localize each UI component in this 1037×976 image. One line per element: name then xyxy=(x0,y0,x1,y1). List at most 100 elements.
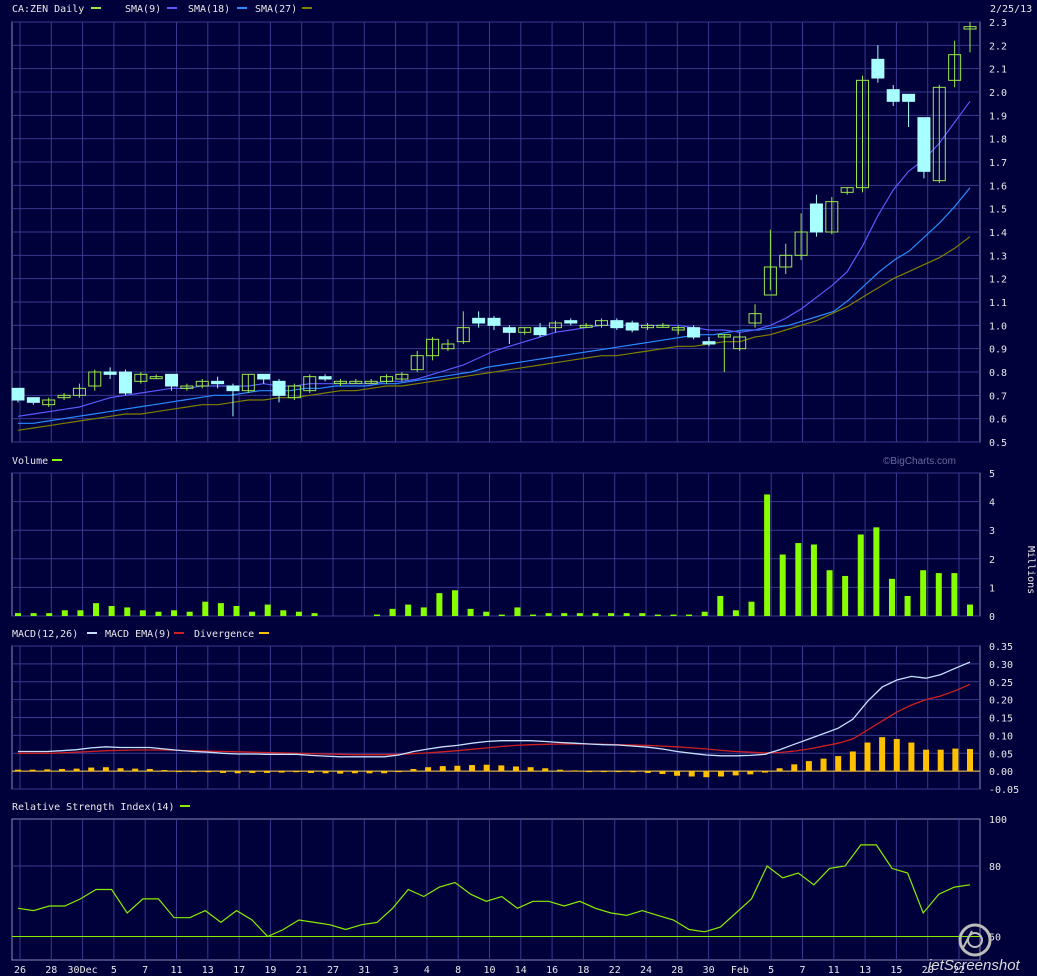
y-tick-label: 1.5 xyxy=(989,205,1007,216)
divergence-bar xyxy=(893,738,900,772)
divergence-bar xyxy=(88,767,95,772)
x-tick-label: 16 xyxy=(546,965,558,976)
y-tick-label: 0.35 xyxy=(989,642,1013,653)
x-tick-label: 19 xyxy=(264,965,276,976)
divergence-bar xyxy=(556,769,563,772)
volume-bar xyxy=(451,590,458,616)
volume-bar xyxy=(670,614,677,616)
candle-down xyxy=(472,317,486,324)
x-tick-label: 7 xyxy=(799,965,805,976)
x-tick-label: 24 xyxy=(640,965,652,976)
candle-down xyxy=(118,371,132,394)
volume-bar xyxy=(295,611,302,616)
volume-bar xyxy=(249,611,256,616)
chart-background xyxy=(0,0,1037,976)
divergence-bar xyxy=(263,771,270,773)
x-tick-label: 14 xyxy=(515,965,527,976)
volume-bar xyxy=(436,593,443,616)
y-tick-label: -0.05 xyxy=(989,785,1019,796)
x-tick-label: 26 xyxy=(14,965,26,976)
volume-bar xyxy=(405,604,412,616)
divergence-bar xyxy=(322,771,329,774)
divergence-bar xyxy=(44,769,51,772)
x-tick-label: 10 xyxy=(483,965,495,976)
volume-bar xyxy=(842,575,849,616)
divergence-bar xyxy=(761,771,768,773)
volume-bar xyxy=(61,610,68,616)
divergence-bar xyxy=(952,748,959,772)
y-tick-label: 0.30 xyxy=(989,660,1013,671)
y-tick-label: 1.1 xyxy=(989,298,1007,309)
volume-bar xyxy=(873,527,880,616)
volume-bar xyxy=(93,603,100,616)
macd-title: MACD(12,26) xyxy=(12,629,78,640)
volume-bar xyxy=(639,613,646,616)
volume-title: Volume xyxy=(12,456,48,467)
volume-bar xyxy=(545,613,552,616)
candle-down xyxy=(564,320,578,324)
divergence-bar xyxy=(146,768,153,772)
volume-unit-label: Millions xyxy=(1025,546,1036,594)
x-tick-label: 13 xyxy=(859,965,871,976)
divergence-bar xyxy=(102,767,109,772)
candle-down xyxy=(687,327,701,338)
candle-down xyxy=(257,373,271,380)
divergence-bar xyxy=(630,771,637,773)
x-tick-label: 18 xyxy=(577,965,589,976)
y-tick-label: 3 xyxy=(989,526,995,537)
divergence-bar xyxy=(234,771,241,774)
y-tick-label: 0.6 xyxy=(989,415,1007,426)
volume-bar xyxy=(108,605,115,616)
sma9-legend-label: SMA(9) xyxy=(125,4,161,15)
divergence-bar xyxy=(703,771,710,778)
y-tick-label: 0.15 xyxy=(989,714,1013,725)
x-tick-label: 28 xyxy=(671,965,683,976)
volume-bar xyxy=(654,614,661,616)
volume-bar xyxy=(514,607,521,616)
y-tick-label: 0.10 xyxy=(989,731,1013,742)
divergence-bar xyxy=(967,748,973,772)
divergence-bar xyxy=(249,771,256,773)
candle-down xyxy=(26,397,40,403)
candle-down xyxy=(165,373,179,387)
rsi-title: Relative Strength Index(14) xyxy=(12,802,175,813)
candle-down xyxy=(533,327,547,336)
symbol-title: CA:ZEN Daily xyxy=(12,4,84,15)
volume-bar xyxy=(795,543,802,616)
divergence-bar xyxy=(732,771,739,776)
y-tick-label: 2.1 xyxy=(989,65,1007,76)
volume-bar xyxy=(124,607,131,616)
x-tick-label: 11 xyxy=(170,965,182,976)
volume-bar xyxy=(920,570,927,616)
volume-bar xyxy=(46,613,53,616)
divergence-bar xyxy=(512,766,519,772)
x-tick-label: 4 xyxy=(424,965,430,976)
y-tick-label: 2.0 xyxy=(989,88,1007,99)
candle-down xyxy=(610,320,624,329)
y-tick-label: 0 xyxy=(989,612,995,623)
x-tick-label: 11 xyxy=(828,965,840,976)
volume-bar xyxy=(467,608,474,616)
volume-bar xyxy=(967,604,973,616)
stock-chart: 2.3 2.2 2.1 2.0 1.9 1.8 1.7 1.6 1.5 1.4 1.3 1.2 1.1 1… xyxy=(0,0,1037,976)
divergence-bar xyxy=(718,771,725,777)
volume-bar xyxy=(888,578,895,616)
x-tick-label: 7 xyxy=(142,965,148,976)
volume-bar xyxy=(280,610,287,616)
y-tick-label: 0.05 xyxy=(989,749,1013,760)
x-tick-label: 30Dec xyxy=(68,965,98,976)
candle-down xyxy=(902,93,916,102)
volume-bar xyxy=(686,614,693,616)
divergence-bar xyxy=(425,767,432,772)
candle-down xyxy=(226,385,240,392)
candle-down xyxy=(809,203,823,233)
divergence-bar xyxy=(644,771,651,773)
sma27-legend-label: SMA(27) xyxy=(255,4,297,15)
x-tick-label: 30 xyxy=(703,965,715,976)
sma18-legend-label: SMA(18) xyxy=(188,4,230,15)
divergence-bar xyxy=(293,771,300,773)
divergence-bar xyxy=(190,771,197,773)
divergence-bar xyxy=(439,766,446,772)
y-tick-label: 1.0 xyxy=(989,321,1007,332)
divergence-bar xyxy=(395,771,402,773)
